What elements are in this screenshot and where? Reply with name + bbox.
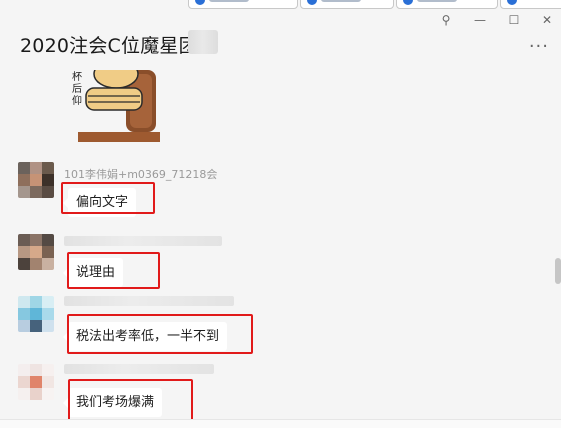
tab-favicon-icon xyxy=(403,0,413,5)
more-options-button[interactable]: ··· xyxy=(529,36,549,57)
tab-close-icon[interactable]: ✕ xyxy=(283,0,291,3)
tab-2[interactable]: ✕ xyxy=(300,0,394,9)
sender-name: 101李伟娟+m0369_71218会 xyxy=(64,168,218,181)
scrollbar-thumb[interactable] xyxy=(555,258,561,284)
tab-favicon-icon xyxy=(195,0,205,5)
minimize-button[interactable]: — xyxy=(468,10,492,30)
sender-name-redacted xyxy=(64,296,234,306)
avatar[interactable] xyxy=(18,364,54,400)
chat-title: 2020注会C位魔星团 xyxy=(20,35,198,57)
maximize-button[interactable]: ☐ xyxy=(502,10,526,30)
avatar[interactable] xyxy=(18,296,54,332)
browser-tab-strip: ✕ ✕ ✕ xyxy=(0,0,561,10)
tab-close-icon[interactable]: ✕ xyxy=(379,0,387,3)
title-redacted xyxy=(188,30,218,54)
tab-3[interactable]: ✕ xyxy=(396,0,498,9)
sender-name-redacted xyxy=(64,236,222,246)
tab-favicon-icon xyxy=(507,0,517,5)
sticker-caption-1: 杯 xyxy=(72,70,82,83)
sticker-dog-image[interactable]: 杯 后 仰 xyxy=(68,70,168,144)
message-list[interactable]: 杯 后 仰 101李伟娟+m0369_71218会 偏向文字 说理由 税法出考率… xyxy=(0,70,561,427)
tab-1[interactable]: ✕ xyxy=(188,0,298,9)
avatar[interactable] xyxy=(18,162,54,198)
sticker-caption-3: 仰 xyxy=(72,95,82,107)
sticker-caption-2: 后 xyxy=(72,83,82,95)
sender-name-redacted xyxy=(64,364,214,374)
message-bubble[interactable]: 税法出考率低，一半不到 xyxy=(62,322,228,351)
close-button[interactable]: ✕ xyxy=(535,10,559,30)
pin-icon[interactable]: ⚲ xyxy=(434,10,458,30)
message-bubble[interactable]: 说理由 xyxy=(62,258,124,287)
tab-close-icon[interactable]: ✕ xyxy=(483,0,491,3)
message-bubble[interactable]: 我们考场爆满 xyxy=(62,388,163,417)
tab-4[interactable] xyxy=(500,0,561,9)
avatar[interactable] xyxy=(18,234,54,270)
tab-favicon-icon xyxy=(307,0,317,5)
message-bubble[interactable]: 偏向文字 xyxy=(62,188,137,217)
